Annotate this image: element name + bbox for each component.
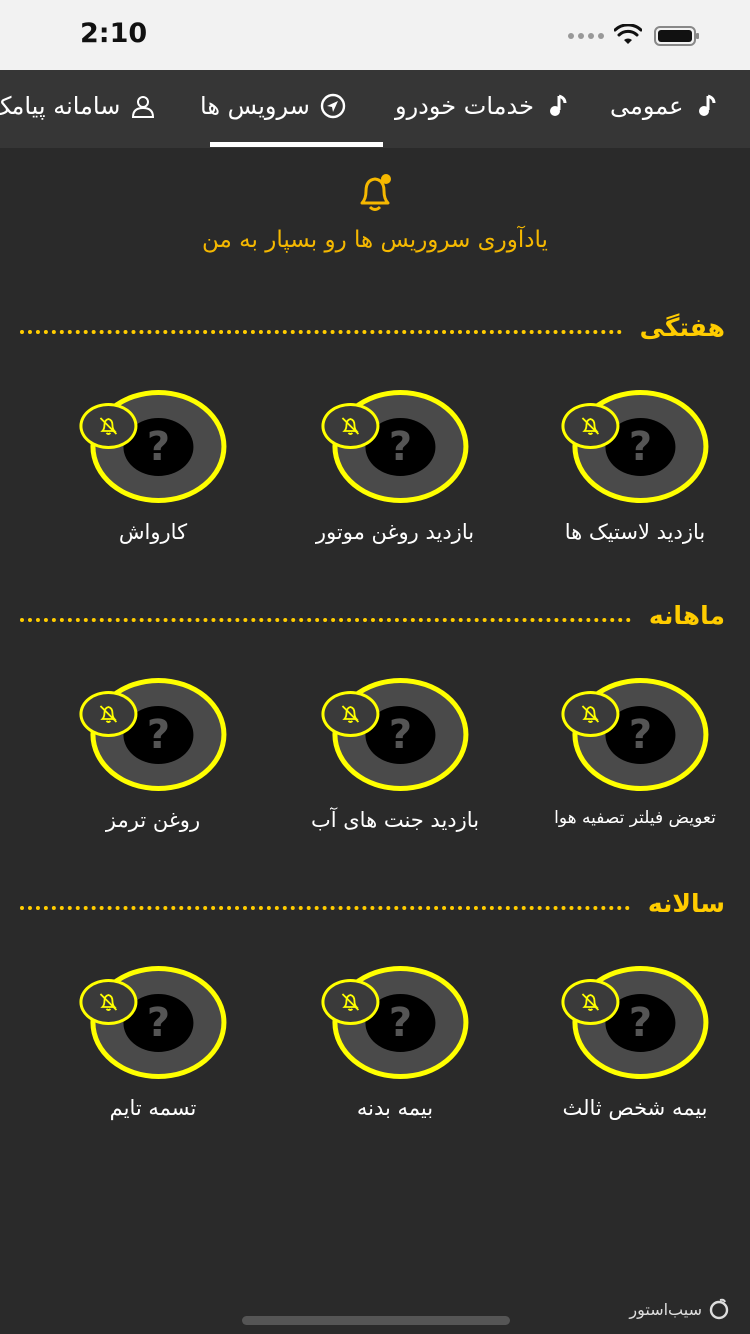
service-item-body-insurance[interactable]: ? بیمه بدنه [275,966,515,1136]
service-label: روغن ترمز [105,808,201,832]
tab-selected-indicator [210,142,383,147]
service-label: بیمه شخص ثالث [562,1096,708,1120]
bell-icon [360,174,391,211]
bell-off-icon[interactable] [321,979,380,1025]
service-item-car-wash[interactable]: ? کارواش [33,390,273,560]
status-bar: 2:10 [0,0,750,70]
service-item-third-party-insurance[interactable]: ? بیمه شخص ثالث [515,966,750,1136]
service-item-tire-check[interactable]: ? بازدید لاستیک ها [515,390,750,560]
service-label: تعویض فیلتر تصفیه هوا [554,808,716,828]
tab-label: سرویس ها [200,92,310,120]
service-circle: ? [79,390,227,503]
section-header-monthly: ماهانه [20,595,725,635]
bell-off-icon[interactable] [561,979,620,1025]
section-header-weekly: هفتگی [20,307,725,347]
service-circle: ? [561,678,709,791]
bell-off-icon[interactable] [79,691,138,737]
battery-icon [654,26,699,46]
service-circle: ? [79,966,227,1079]
section-divider [20,906,630,910]
service-item-brake-oil[interactable]: ? روغن ترمز [33,678,273,848]
tab-general[interactable]: عمومی [610,70,719,142]
bell-off-icon[interactable] [561,403,620,449]
reminder-text: یادآوری سروریس ها رو بسپار به من [202,227,548,253]
service-label: بازدید جنت های آب [310,808,480,832]
service-circle: ? [321,390,469,503]
service-circle: ? [561,390,709,503]
bell-off-icon[interactable] [561,691,620,737]
service-circle: ? [321,966,469,1079]
service-item-engine-oil[interactable]: ? بازدید روغن موتور [275,390,515,560]
section-title: هفتگی [639,312,725,342]
service-label: بازدید روغن موتور [315,520,475,544]
bell-off-icon[interactable] [321,403,380,449]
section-title: سالانه [647,888,725,918]
home-indicator[interactable] [242,1316,510,1325]
section-header-yearly: سالانه [20,883,725,923]
service-label: تسمه تایم [109,1096,197,1120]
service-label: بیمه بدنه [356,1096,434,1120]
bell-off-icon[interactable] [79,979,138,1025]
sib-logo-icon [709,1298,729,1320]
tab-label: عمومی [610,92,684,120]
watermark: سیب‌استور [629,1298,730,1320]
service-circle: ? [561,966,709,1079]
tab-services[interactable]: سرویس ها [200,70,346,142]
wifi-icon [614,24,642,44]
service-item-air-filter[interactable]: ? تعویض فیلتر تصفیه هوا [515,678,750,848]
service-item-timing-belt[interactable]: ? تسمه تایم [33,966,273,1136]
section-title: ماهانه [648,600,725,630]
music-note-icon [549,94,567,116]
bell-off-icon[interactable] [79,403,138,449]
navigation-arrow-icon [320,93,346,119]
tab-label: خدمات خودرو [395,92,534,120]
section-divider [20,330,622,334]
reminder-banner[interactable]: یادآوری سروریس ها رو بسپار به من [0,165,750,253]
service-circle: ? [79,678,227,791]
tab-car-services[interactable]: خدمات خودرو [395,70,570,142]
section-divider [20,618,631,622]
service-label: بازدید لاستیک ها [564,520,706,544]
user-icon [132,96,155,118]
signal-dots-icon [568,33,604,41]
service-label: کارواش [118,520,188,544]
status-time: 2:10 [80,18,148,49]
tab-sms-system[interactable]: سامانه پیامک [0,70,156,142]
watermark-text: سیب‌استور [629,1299,702,1319]
bell-off-icon[interactable] [321,691,380,737]
tab-bar: عمومی خدمات خودرو سرویس ها سامانه پیامک [0,70,750,148]
service-item-water-jets[interactable]: ? بازدید جنت های آب [275,678,515,848]
service-circle: ? [321,678,469,791]
music-note-icon [699,94,716,116]
tab-label: سامانه پیامک [0,92,121,120]
